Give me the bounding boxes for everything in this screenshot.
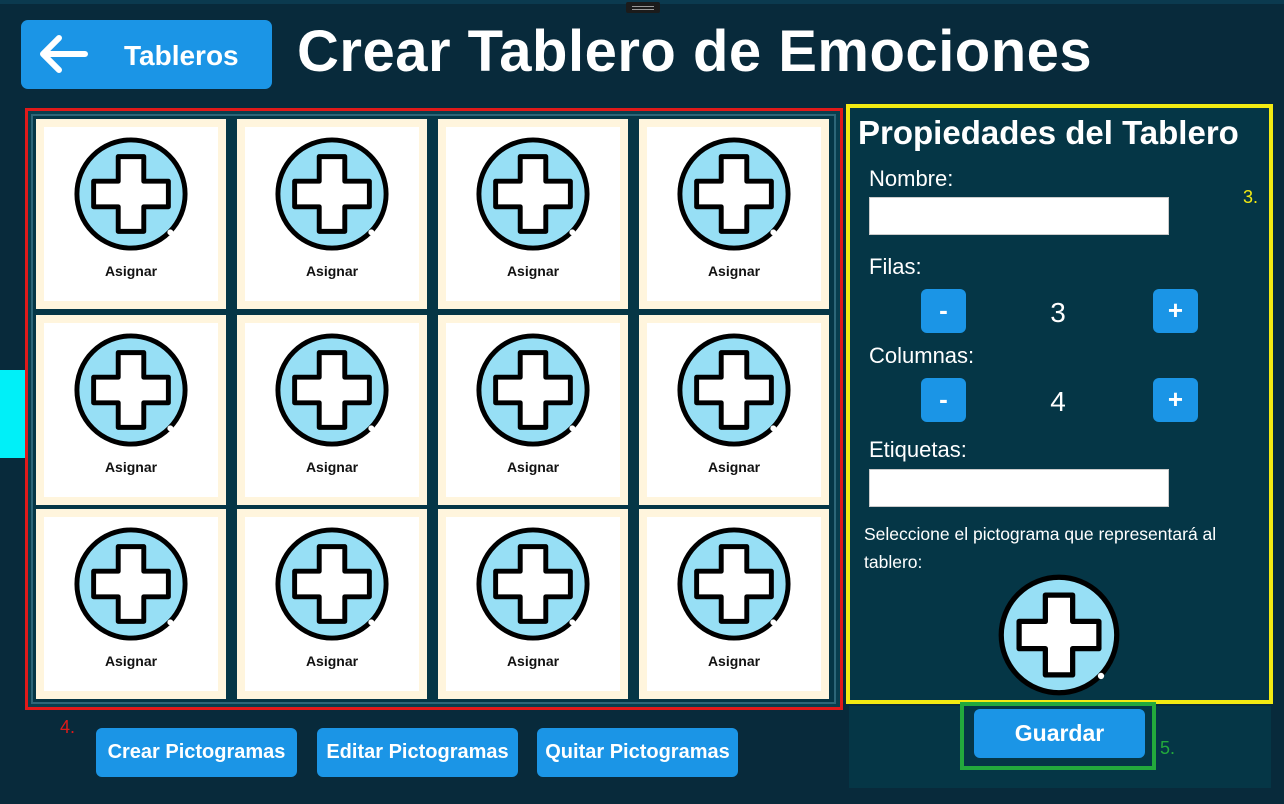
remove-pictograms-button[interactable]: Quitar Pictogramas [537, 728, 738, 777]
board-cell[interactable]: Asignar [639, 509, 829, 699]
add-circle-icon [476, 137, 590, 251]
add-circle-icon [74, 137, 188, 251]
drag-handle[interactable] [626, 2, 660, 13]
add-circle-icon [476, 527, 590, 641]
assign-label: Asignar [104, 263, 158, 279]
board-grid: Asignar Asignar Asignar Asignar Asignar Asign… [31, 114, 836, 704]
create-pictograms-button[interactable]: Crear Pictogramas [96, 728, 297, 777]
add-circle-icon [998, 574, 1120, 696]
assign-label: Asignar [506, 653, 560, 669]
assign-label: Asignar [305, 459, 359, 475]
arrow-left-icon [40, 35, 88, 73]
rows-decrement-button[interactable]: - [921, 289, 966, 333]
columns-decrement-button[interactable]: - [921, 378, 966, 422]
add-circle-icon [275, 333, 389, 447]
back-button-label: Tableros [124, 40, 239, 71]
assign-label: Asignar [104, 459, 158, 475]
assign-label: Asignar [506, 263, 560, 279]
tags-input[interactable] [869, 469, 1169, 507]
rows-increment-button[interactable]: + [1153, 289, 1198, 333]
board-cell[interactable]: Asignar [36, 509, 226, 699]
board-cell[interactable]: Asignar [36, 315, 226, 505]
add-circle-icon [677, 137, 791, 251]
board-cell[interactable]: Asignar [237, 315, 427, 505]
board-pictogram-selector[interactable] [996, 572, 1122, 703]
board-cell[interactable]: Asignar [237, 509, 427, 699]
assign-label: Asignar [104, 653, 158, 669]
board-grid-panel: Asignar Asignar Asignar Asignar Asignar Asign… [25, 108, 843, 710]
name-input[interactable] [869, 197, 1169, 235]
add-circle-icon [74, 527, 188, 641]
back-to-boards-button[interactable]: Tableros [21, 20, 272, 89]
properties-title: Propiedades del Tablero [858, 114, 1239, 151]
columns-label: Columnas: [869, 343, 975, 368]
assign-label: Asignar [305, 263, 359, 279]
edit-pictograms-button[interactable]: Editar Pictogramas [317, 728, 518, 777]
assign-label: Asignar [506, 459, 560, 475]
add-circle-icon [476, 333, 590, 447]
add-circle-icon [677, 333, 791, 447]
save-button[interactable]: Guardar [974, 709, 1145, 758]
assign-label: Asignar [305, 653, 359, 669]
assign-label: Asignar [707, 653, 761, 669]
add-circle-icon [74, 333, 188, 447]
rows-value: 3 [1050, 297, 1066, 328]
columns-increment-button[interactable]: + [1153, 378, 1198, 422]
board-cell[interactable]: Asignar [639, 315, 829, 505]
board-cell[interactable]: Asignar [237, 119, 427, 309]
page-title: Crear Tablero de Emociones [297, 19, 1093, 84]
assign-label: Asignar [707, 459, 761, 475]
columns-value: 4 [1050, 386, 1066, 417]
annotation-5: 5. [1160, 738, 1176, 758]
tags-label: Etiquetas: [869, 437, 967, 462]
assign-label: Asignar [707, 263, 761, 279]
board-cell[interactable]: Asignar [36, 119, 226, 309]
add-circle-icon [275, 527, 389, 641]
annotation-3: 3. [1243, 187, 1259, 207]
annotation-4: 4. [60, 717, 76, 737]
board-cell[interactable]: Asignar [639, 119, 829, 309]
add-circle-icon [275, 137, 389, 251]
add-circle-icon [677, 527, 791, 641]
board-cell[interactable]: Asignar [438, 509, 628, 699]
pictogram-instructions: Seleccione el pictograma que representar… [864, 524, 1217, 572]
name-label: Nombre: [869, 166, 954, 191]
board-cell[interactable]: Asignar [438, 315, 628, 505]
board-cell[interactable]: Asignar [438, 119, 628, 309]
rows-label: Filas: [869, 254, 922, 279]
